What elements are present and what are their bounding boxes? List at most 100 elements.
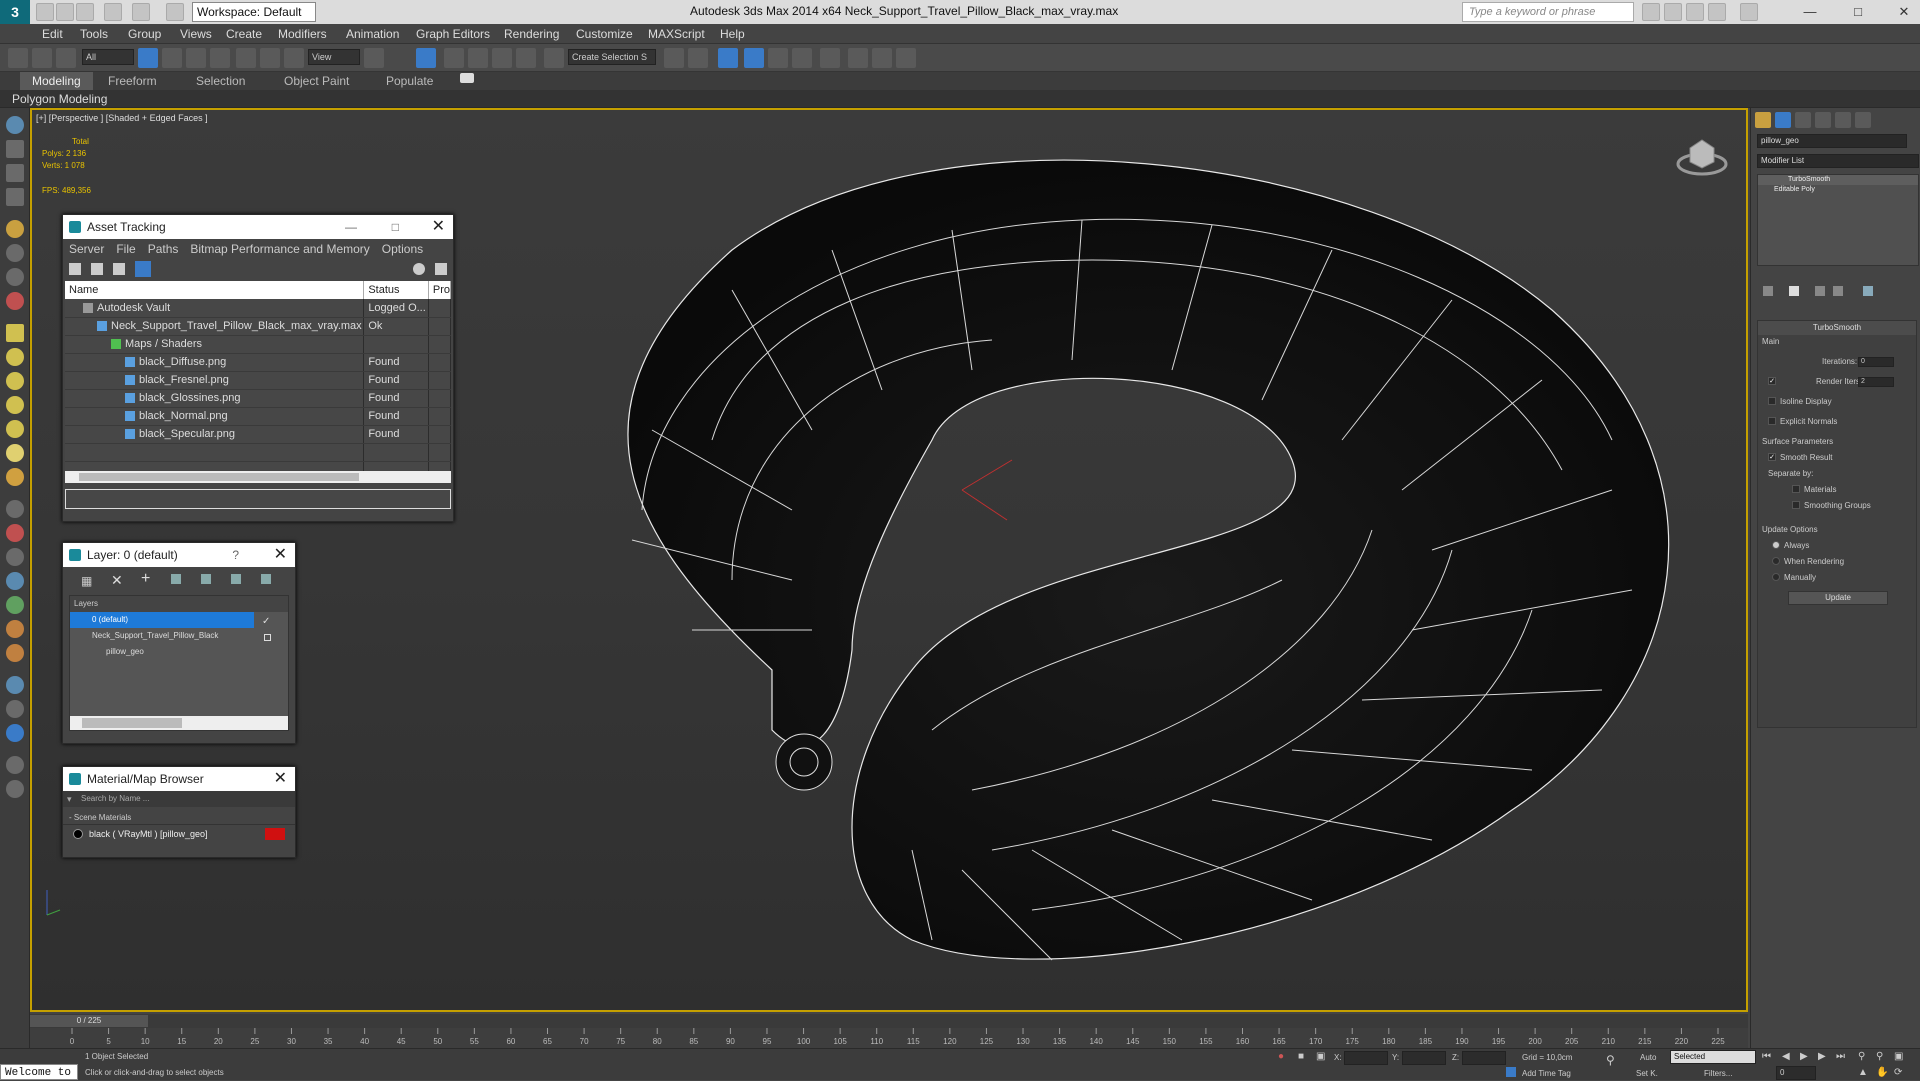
asset-row[interactable]: black_Fresnel.png Found <box>65 371 451 390</box>
settings-icon[interactable] <box>435 263 447 275</box>
key-filter-select[interactable]: Selected <box>1670 1050 1756 1064</box>
pivot-center-icon[interactable] <box>364 48 384 68</box>
tab-freeform[interactable]: Freeform <box>108 74 157 88</box>
window-crossing-icon[interactable] <box>210 48 230 68</box>
set-key-button[interactable]: Set K. <box>1636 1069 1658 1078</box>
selection-lock-icon[interactable]: ■ <box>1298 1051 1304 1062</box>
layer-panel-close-button[interactable]: ✕ <box>274 543 287 567</box>
angle-snap-icon[interactable] <box>468 48 488 68</box>
menu-paths[interactable]: Paths <box>148 242 179 256</box>
project-folder-icon[interactable] <box>166 3 184 21</box>
material-item-black[interactable]: black ( VRayMtl ) [pillow_geo] <box>63 825 295 843</box>
menu-create[interactable]: Create <box>226 27 262 41</box>
iterations-spinner[interactable]: 0 <box>1858 357 1894 367</box>
schematic-view-icon[interactable] <box>792 48 812 68</box>
menu-bitmap-performance[interactable]: Bitmap Performance and Memory <box>190 242 369 256</box>
key-filters-button[interactable]: Filters... <box>1704 1069 1732 1078</box>
material-browser-close-button[interactable]: ✕ <box>274 767 287 791</box>
menu-rendering[interactable]: Rendering <box>504 27 559 41</box>
y-coordinate-field[interactable] <box>1402 1051 1446 1065</box>
asset-horizontal-scrollbar[interactable] <box>65 471 451 483</box>
tree-view-icon[interactable] <box>113 263 125 275</box>
scene-icon[interactable] <box>6 140 24 158</box>
layer-item-pillow-geo[interactable]: pillow_geo <box>70 644 288 660</box>
make-unique-icon[interactable] <box>1815 286 1825 296</box>
delete-layer-icon[interactable]: ✕ <box>111 572 123 589</box>
pan-icon[interactable]: ✋ <box>1876 1067 1888 1078</box>
scene-materials-group[interactable]: - Scene Materials <box>63 811 295 825</box>
reference-coordinate-select[interactable]: View <box>308 49 360 65</box>
menu-tools[interactable]: Tools <box>80 27 108 41</box>
tab-selection[interactable]: Selection <box>196 74 245 88</box>
column-proxy[interactable]: Pro <box>428 281 451 299</box>
tab-populate[interactable]: Populate <box>386 74 433 88</box>
menu-options[interactable]: Options <box>382 242 423 256</box>
sphere-icon[interactable] <box>6 348 24 366</box>
time-slider[interactable]: 0 / 225 <box>30 1014 1748 1028</box>
isolate-selection-icon[interactable]: ● <box>1278 1051 1284 1062</box>
save-icon[interactable] <box>76 3 94 21</box>
scrollbar-thumb[interactable] <box>79 473 359 481</box>
motion-icon[interactable] <box>6 548 24 566</box>
asset-row[interactable]: Neck_Support_Travel_Pillow_Black_max_vra… <box>65 317 451 336</box>
z-coordinate-field[interactable] <box>1462 1051 1506 1065</box>
object-paint-icon[interactable] <box>6 620 24 638</box>
absolute-mode-icon[interactable]: ▣ <box>1316 1051 1325 1062</box>
app-logo[interactable]: 3 <box>0 0 30 24</box>
highlight-layer-icon[interactable] <box>201 574 211 584</box>
play-icon[interactable]: ▶ <box>1800 1051 1808 1062</box>
sun-light-icon[interactable] <box>6 444 24 462</box>
zoom-all-icon[interactable]: ⚲ <box>1876 1051 1883 1062</box>
torus-icon[interactable] <box>6 396 24 414</box>
menu-customize[interactable]: Customize <box>576 27 633 41</box>
render-iters-checkbox[interactable]: ✓ <box>1768 377 1776 385</box>
spinner-snap-icon[interactable] <box>516 48 536 68</box>
layer-help-button[interactable]: ? <box>232 543 239 567</box>
configure-sets-icon[interactable] <box>1863 286 1873 296</box>
utilities-icon[interactable] <box>6 572 24 590</box>
layer-horizontal-scrollbar[interactable] <box>70 716 288 730</box>
time-slider-thumb[interactable]: 0 / 225 <box>30 1015 148 1027</box>
smooth-result-checkbox[interactable]: ✓ <box>1768 453 1776 461</box>
key-icon[interactable] <box>1686 3 1704 21</box>
help-icon[interactable] <box>413 263 425 275</box>
show-end-result-icon[interactable] <box>1789 286 1799 296</box>
open-file-icon[interactable] <box>56 3 74 21</box>
layer-item-default[interactable]: 0 (default) <box>70 612 254 628</box>
search-input[interactable]: Type a keyword or phrase <box>1462 2 1634 22</box>
percent-snap-icon[interactable] <box>492 48 512 68</box>
box-icon[interactable] <box>6 324 24 342</box>
redo-icon[interactable] <box>132 3 150 21</box>
panel-maximize-button[interactable]: □ <box>392 215 399 239</box>
panel-minimize-button[interactable]: — <box>345 215 357 239</box>
asset-row[interactable]: Autodesk Vault Logged O... <box>65 299 451 318</box>
maxscript-listener[interactable]: Welcome to <box>0 1064 78 1080</box>
viewcube[interactable] <box>1674 130 1730 180</box>
next-frame-icon[interactable]: ▶ <box>1818 1051 1826 1062</box>
go-to-start-icon[interactable]: ⏮ <box>1762 1051 1771 1062</box>
mirror-icon[interactable] <box>664 48 684 68</box>
asset-row[interactable]: black_Glossines.png Found <box>65 389 451 408</box>
maximize-button[interactable]: □ <box>1844 2 1872 22</box>
always-radio[interactable] <box>1772 541 1780 549</box>
asset-row[interactable]: black_Normal.png Found <box>65 407 451 426</box>
selection-filter-select[interactable]: All <box>82 49 134 65</box>
render-teapot-icon[interactable] <box>896 48 916 68</box>
panel-options-icon[interactable] <box>6 756 24 774</box>
edit-named-selection-icon[interactable] <box>544 48 564 68</box>
hide-layers-icon[interactable] <box>231 574 241 584</box>
binoculars-icon[interactable] <box>1642 3 1660 21</box>
light-icon[interactable] <box>6 220 24 238</box>
named-selection-set-select[interactable]: Create Selection S <box>568 49 656 65</box>
freeze-layers-icon[interactable] <box>261 574 271 584</box>
light-lister-icon[interactable] <box>6 700 24 718</box>
new-file-icon[interactable] <box>36 3 54 21</box>
modify-icon[interactable] <box>6 500 24 518</box>
rendered-frame-window-icon[interactable] <box>872 48 892 68</box>
menu-server[interactable]: Server <box>69 242 104 256</box>
unlink-icon[interactable] <box>32 48 52 68</box>
display-icon[interactable] <box>6 164 24 182</box>
time-tag-icon[interactable] <box>1506 1067 1516 1077</box>
when-rendering-radio[interactable] <box>1772 557 1780 565</box>
cone-icon[interactable] <box>6 420 24 438</box>
